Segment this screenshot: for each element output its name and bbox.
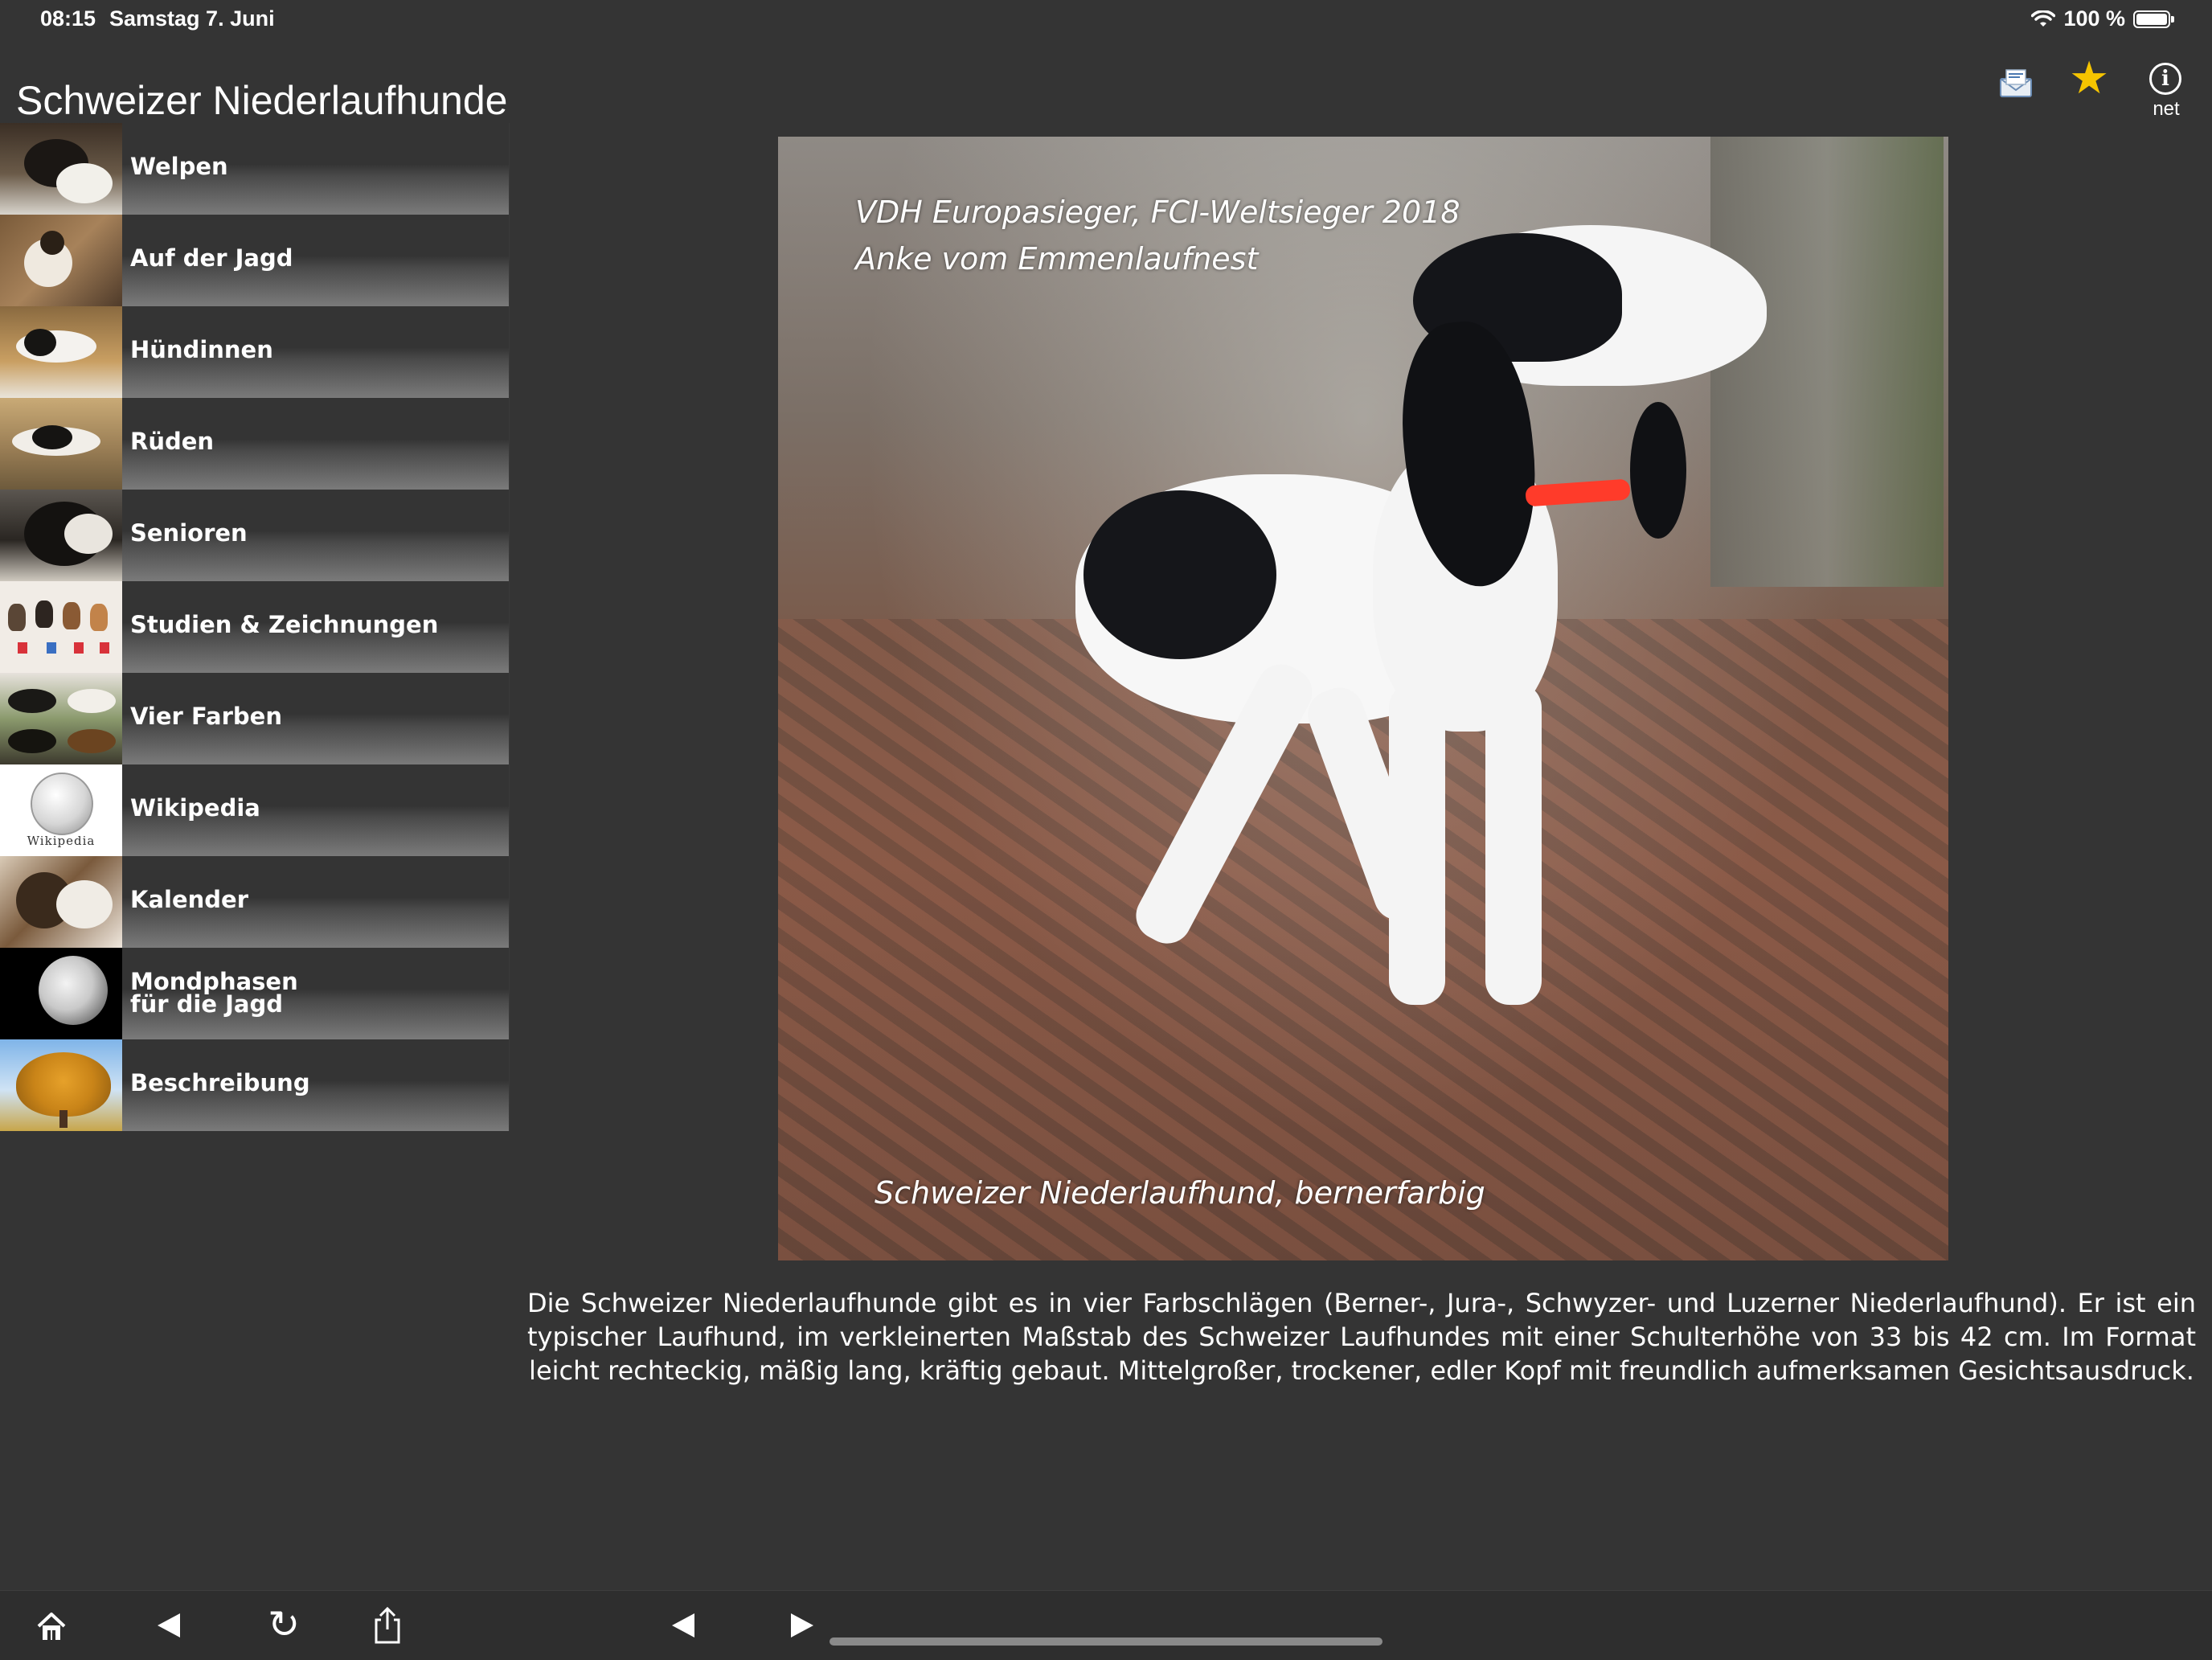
sidebar-item-label: Hündinnen	[130, 336, 273, 363]
status-date: Samstag 7. Juni	[109, 6, 275, 31]
page-title: Schweizer Niederlaufhunde	[16, 78, 508, 123]
battery-percent: 100 %	[2063, 6, 2125, 31]
home-icon[interactable]	[35, 1610, 68, 1642]
star-icon[interactable]: ★	[2069, 55, 2109, 100]
bottom-toolbar: ↻	[0, 1590, 2212, 1660]
sidebar-item-senioren[interactable]: Senioren	[0, 490, 510, 581]
status-right: 100 %	[2031, 6, 2174, 31]
sidebar-item-label: Mondphasen für die Jagd	[130, 968, 298, 1018]
photo-caption-breed: Schweizer Niederlaufhund, bernerfarbig	[875, 1175, 1485, 1211]
sidebar-item-welpen[interactable]: Welpen	[0, 123, 510, 215]
description-text: Die Schweizer Niederlaufhunde gibt es in…	[527, 1288, 2196, 1386]
next-icon[interactable]	[791, 1613, 813, 1637]
photo-caption-name: Anke vom Emmenlaufnest	[855, 241, 1259, 277]
status-bar: 08:15 Samstag 7. Juni 100 %	[0, 0, 2212, 40]
moon-thumbnail	[0, 948, 122, 1039]
sidebar-item-label: Rüden	[130, 428, 215, 455]
sidebar-item-beschreibung[interactable]: Beschreibung	[0, 1039, 510, 1131]
sidebar-item-huendinnen[interactable]: Hündinnen	[0, 306, 510, 398]
main-photo: VDH Europasieger, FCI-Weltsieger 2018 An…	[778, 137, 1948, 1260]
prev-icon[interactable]	[672, 1613, 694, 1637]
sidebar-item-wikipedia[interactable]: Wikipedia Wikipedia	[0, 764, 510, 856]
battery-icon	[2133, 10, 2174, 28]
sidebar-menu: Welpen Auf der Jagd Hündinnen Rüden Seni…	[0, 123, 510, 1131]
sidebar-item-label: Wikipedia	[130, 794, 260, 822]
status-time: 08:15	[40, 6, 96, 31]
vier-farben-thumbnail	[0, 673, 122, 764]
tree-thumbnail	[0, 1039, 122, 1131]
studien-thumbnail	[0, 581, 122, 673]
sidebar-item-label: Welpen	[130, 153, 228, 180]
home-indicator	[830, 1637, 1382, 1646]
rueden-thumbnail	[0, 398, 122, 490]
huendinnen-thumbnail	[0, 306, 122, 398]
photo-caption-title: VDH Europasieger, FCI-Weltsieger 2018	[855, 195, 1460, 230]
sidebar-item-vier-farben[interactable]: Vier Farben	[0, 673, 510, 764]
senioren-thumbnail	[0, 490, 122, 581]
sidebar-item-label: Auf der Jagd	[130, 244, 293, 272]
welpen-thumbnail	[0, 123, 122, 215]
mail-icon[interactable]	[1998, 68, 2034, 98]
sidebar-item-mondphasen[interactable]: Mondphasen für die Jagd	[0, 948, 510, 1039]
kalender-thumbnail	[0, 856, 122, 948]
sidebar-item-auf-der-jagd[interactable]: Auf der Jagd	[0, 215, 510, 306]
sidebar-item-label: Senioren	[130, 519, 248, 547]
sidebar-item-label: Kalender	[130, 886, 249, 913]
sidebar-item-rueden[interactable]: Rüden	[0, 398, 510, 490]
sidebar-item-kalender[interactable]: Kalender	[0, 856, 510, 948]
wikipedia-logo: Wikipedia	[0, 764, 122, 856]
sidebar-item-label: Vier Farben	[130, 703, 282, 730]
sidebar-item-studien-zeichnungen[interactable]: Studien & Zeichnungen	[0, 581, 510, 673]
auf-der-jagd-thumbnail	[0, 215, 122, 306]
info-label: net	[2153, 98, 2180, 120]
wifi-icon	[2031, 10, 2056, 27]
sidebar-item-label: Beschreibung	[130, 1069, 310, 1096]
info-icon[interactable]: i	[2149, 63, 2181, 95]
refresh-icon[interactable]: ↻	[265, 1606, 302, 1645]
share-icon[interactable]	[370, 1605, 405, 1646]
back-icon[interactable]	[158, 1613, 180, 1637]
sidebar-item-label: Studien & Zeichnungen	[130, 611, 439, 638]
